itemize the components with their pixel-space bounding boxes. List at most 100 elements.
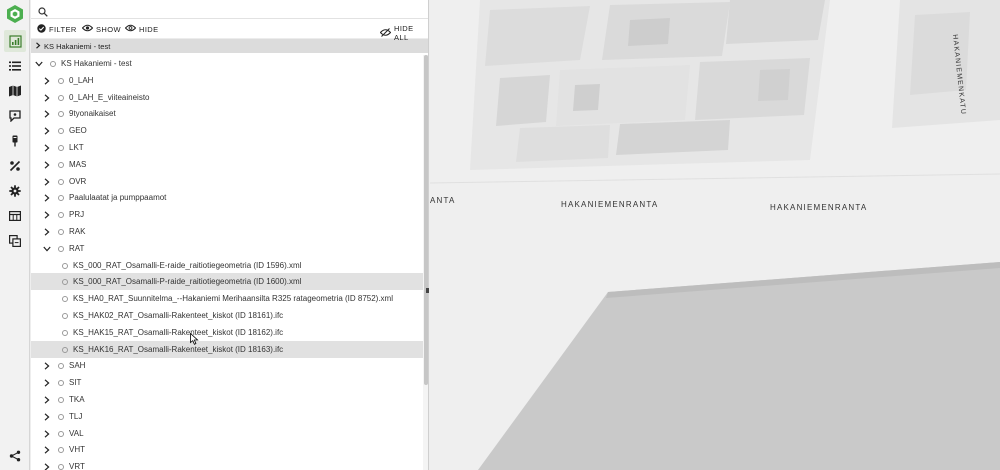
panel-resize-handle[interactable] bbox=[426, 288, 429, 293]
chevron-down-icon[interactable] bbox=[34, 59, 44, 69]
scrollbar-thumb[interactable] bbox=[424, 55, 428, 385]
probe-icon[interactable] bbox=[4, 130, 26, 152]
chevron-right-icon[interactable] bbox=[42, 93, 52, 103]
tree-folder-item[interactable]: 9tyonaikaiset bbox=[31, 105, 423, 122]
tree-item-label: KS_000_RAT_Osamalli-P-raide_raitiotiegeo… bbox=[73, 277, 302, 286]
visibility-circle[interactable] bbox=[62, 329, 68, 336]
chevron-right-icon[interactable] bbox=[42, 126, 52, 136]
tree-folder-item[interactable]: 0_LAH bbox=[31, 72, 423, 89]
tree-folder-item[interactable]: VRT bbox=[31, 458, 423, 470]
tree-file-item[interactable]: KS_000_RAT_Osamalli-P-raide_raitiotiegeo… bbox=[31, 273, 423, 290]
visibility-circle[interactable] bbox=[50, 60, 56, 67]
visibility-circle[interactable] bbox=[58, 77, 64, 84]
tree-file-item[interactable]: KS_HAK15_RAT_Osamalli-Rakenteet_kiskot (… bbox=[31, 324, 423, 341]
visibility-circle[interactable] bbox=[58, 396, 64, 403]
tree-root[interactable]: KS Hakaniemi - test bbox=[31, 55, 423, 72]
visibility-circle[interactable] bbox=[58, 161, 64, 168]
visibility-circle[interactable] bbox=[58, 211, 64, 218]
visibility-circle[interactable] bbox=[58, 127, 64, 134]
filter-button[interactable]: FILTER bbox=[37, 24, 77, 35]
visibility-circle[interactable] bbox=[58, 178, 64, 185]
compare-icon[interactable] bbox=[4, 230, 26, 252]
list-icon[interactable] bbox=[4, 55, 26, 77]
visibility-circle[interactable] bbox=[58, 94, 64, 101]
tree-root-label: KS Hakaniemi - test bbox=[61, 59, 132, 68]
visibility-circle[interactable] bbox=[58, 379, 64, 386]
hide-button[interactable]: HIDE bbox=[124, 24, 159, 34]
visibility-circle[interactable] bbox=[58, 245, 64, 252]
chevron-right-icon[interactable] bbox=[42, 177, 52, 187]
tree-folder-item[interactable]: Paalulaatat ja pumppaamot bbox=[31, 189, 423, 206]
visibility-circle[interactable] bbox=[62, 262, 68, 269]
visibility-circle[interactable] bbox=[62, 346, 68, 353]
visibility-circle[interactable] bbox=[58, 362, 64, 369]
tree-scrollbar[interactable] bbox=[423, 55, 428, 470]
chevron-right-icon[interactable] bbox=[42, 76, 52, 86]
street-label-partial: ANTA bbox=[430, 196, 456, 205]
tree-folder-item[interactable]: OVR bbox=[31, 173, 423, 190]
chevron-right-icon[interactable] bbox=[42, 210, 52, 220]
street-label-hakaniemenranta-1: HAKANIEMENRANTA bbox=[561, 200, 659, 209]
chevron-right-icon[interactable] bbox=[42, 395, 52, 405]
show-button[interactable]: SHOW bbox=[81, 24, 121, 34]
visibility-circle[interactable] bbox=[58, 228, 64, 235]
tree-folder-item[interactable]: PRJ bbox=[31, 206, 423, 223]
breadcrumb[interactable]: KS Hakaniemi - test bbox=[31, 39, 428, 53]
search-input[interactable] bbox=[53, 2, 413, 17]
visibility-circle[interactable] bbox=[58, 463, 64, 470]
tree-folder-item[interactable]: SIT bbox=[31, 374, 423, 391]
app-logo-icon[interactable] bbox=[5, 4, 25, 24]
tree-folder-item[interactable]: VHT bbox=[31, 441, 423, 458]
tree-item-label: VHT bbox=[69, 445, 85, 454]
gear-icon[interactable] bbox=[4, 180, 26, 202]
chevron-right-icon[interactable] bbox=[42, 412, 52, 422]
tree-folder-item[interactable]: MAS bbox=[31, 156, 423, 173]
chevron-right-icon[interactable] bbox=[42, 193, 52, 203]
chevron-right-icon[interactable] bbox=[42, 429, 52, 439]
tree-file-item[interactable]: KS_HAK02_RAT_Osamalli-Rakenteet_kiskot (… bbox=[31, 307, 423, 324]
tree-folder-item[interactable]: LKT bbox=[31, 139, 423, 156]
chevron-right-icon[interactable] bbox=[42, 227, 52, 237]
tree-folder-item[interactable]: RAT bbox=[31, 240, 423, 257]
visibility-circle[interactable] bbox=[58, 413, 64, 420]
chevron-right-icon[interactable] bbox=[42, 109, 52, 119]
chevron-right-icon[interactable] bbox=[42, 445, 52, 455]
tree-folder-item[interactable]: VAL bbox=[31, 425, 423, 442]
tree-folder-item[interactable]: TKA bbox=[31, 391, 423, 408]
chevron-down-icon[interactable] bbox=[42, 244, 52, 254]
tree-folder-item[interactable]: GEO bbox=[31, 122, 423, 139]
map-icon[interactable] bbox=[4, 80, 26, 102]
comment-pin-icon[interactable] bbox=[4, 105, 26, 127]
tree-folder-item[interactable]: SAH bbox=[31, 357, 423, 374]
eye-icon bbox=[81, 24, 94, 34]
chevron-right-icon[interactable] bbox=[42, 160, 52, 170]
eye-outline-icon bbox=[124, 24, 137, 34]
chart-icon[interactable] bbox=[4, 30, 26, 52]
street-label-hakaniemenranta-2: HAKANIEMENRANTA bbox=[770, 203, 868, 212]
tree-folder-item[interactable]: RAK bbox=[31, 223, 423, 240]
chevron-right-icon[interactable] bbox=[42, 462, 52, 470]
tree-file-item[interactable]: KS_HAK16_RAT_Osamalli-Rakenteet_kiskot (… bbox=[31, 341, 423, 358]
visibility-circle[interactable] bbox=[62, 312, 68, 319]
filter-toolbar: FILTER SHOW HIDE HIDE ALL bbox=[31, 19, 428, 42]
tree-item-label: LKT bbox=[69, 143, 84, 152]
chevron-right-icon[interactable] bbox=[42, 378, 52, 388]
visibility-circle[interactable] bbox=[58, 110, 64, 117]
tree-folder-item[interactable]: 0_LAH_E_viiteaineisto bbox=[31, 89, 423, 106]
table-icon[interactable] bbox=[4, 205, 26, 227]
chevron-right-icon[interactable] bbox=[42, 361, 52, 371]
tree-folder-item[interactable]: TLJ bbox=[31, 408, 423, 425]
tree-file-item[interactable]: KS_HA0_RAT_Suunnitelma_--Hakaniemi Merih… bbox=[31, 290, 423, 307]
share-icon[interactable] bbox=[4, 445, 26, 467]
map-view[interactable]: HAKANIEMENKATU ANTA HAKANIEMENRANTA HAKA… bbox=[430, 0, 1000, 470]
chevron-right-icon[interactable] bbox=[42, 143, 52, 153]
tree-file-item[interactable]: KS_000_RAT_Osamalli-E-raide_raitiotiegeo… bbox=[31, 257, 423, 274]
visibility-circle[interactable] bbox=[58, 430, 64, 437]
hide-all-button[interactable]: HIDE ALL bbox=[379, 24, 428, 42]
visibility-circle[interactable] bbox=[62, 278, 68, 285]
visibility-circle[interactable] bbox=[58, 194, 64, 201]
tools-icon[interactable] bbox=[4, 155, 26, 177]
visibility-circle[interactable] bbox=[62, 295, 68, 302]
visibility-circle[interactable] bbox=[58, 446, 64, 453]
visibility-circle[interactable] bbox=[58, 144, 64, 151]
